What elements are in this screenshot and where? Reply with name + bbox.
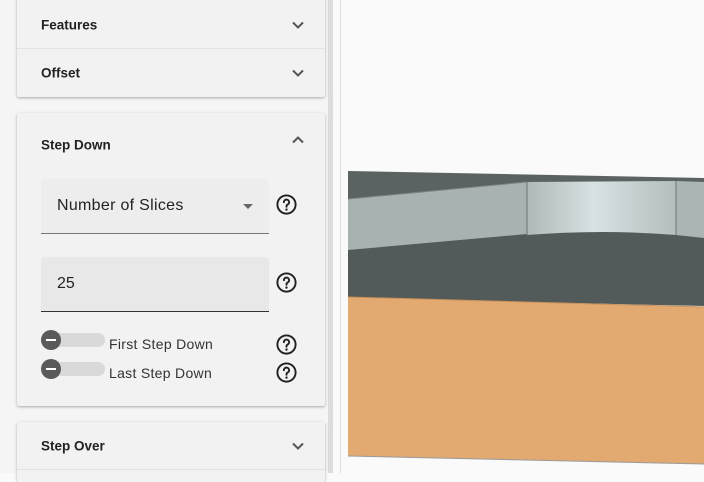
step-over-header[interactable]: Step Over xyxy=(17,422,325,470)
step-over-title: Step Over xyxy=(41,438,105,454)
chevron-down-icon[interactable] xyxy=(291,66,305,80)
3d-preview-viewport[interactable] xyxy=(348,0,704,473)
chevron-down-icon[interactable] xyxy=(291,18,305,32)
card-features-offset: Features Offset xyxy=(17,0,325,97)
panel-divider xyxy=(340,0,341,473)
stock-block xyxy=(348,297,704,464)
offset-header[interactable]: Offset xyxy=(17,49,325,97)
card-step-down: Step Down Number of Slices First Step Do… xyxy=(17,113,325,406)
last-step-down-toggle[interactable] xyxy=(41,359,105,379)
slices-count-field[interactable] xyxy=(41,257,269,312)
step-down-mode-value: Number of Slices xyxy=(57,197,184,214)
step-down-mode-select[interactable]: Number of Slices xyxy=(41,179,269,234)
slices-count-input[interactable] xyxy=(57,275,247,293)
toggle-thumb[interactable] xyxy=(41,330,61,350)
step-down-title: Step Down xyxy=(41,137,111,153)
features-title: Features xyxy=(41,17,98,33)
model-top-surface-right xyxy=(676,181,704,238)
step-down-header[interactable]: Step Down xyxy=(17,121,325,169)
help-circle-icon[interactable] xyxy=(275,271,298,294)
chevron-up-icon[interactable] xyxy=(291,133,305,147)
last-step-down-label: Last Step Down xyxy=(109,365,213,381)
features-header[interactable]: Features xyxy=(17,1,325,49)
first-step-down-toggle[interactable] xyxy=(41,330,105,350)
panel-scrollbar[interactable] xyxy=(328,0,333,473)
toggle-thumb[interactable] xyxy=(41,359,61,379)
section-divider xyxy=(17,469,325,470)
help-circle-icon[interactable] xyxy=(275,361,298,384)
model-curved-face xyxy=(527,181,676,235)
help-circle-icon[interactable] xyxy=(275,333,298,356)
offset-title: Offset xyxy=(41,65,81,81)
dropdown-arrow-icon xyxy=(243,204,253,209)
help-circle-icon[interactable] xyxy=(275,193,298,216)
card-step-over: Step Over xyxy=(17,422,325,482)
chevron-down-icon[interactable] xyxy=(291,439,305,453)
first-step-down-label: First Step Down xyxy=(109,336,214,352)
